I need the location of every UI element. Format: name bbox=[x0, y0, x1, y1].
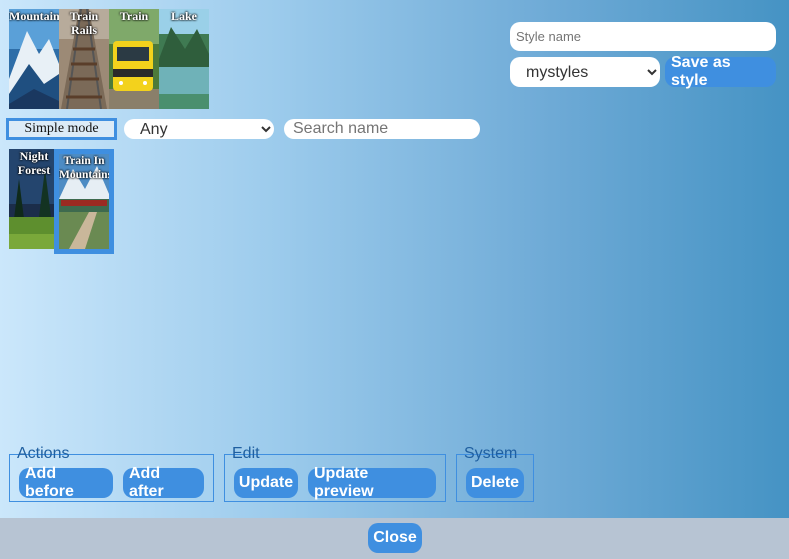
update-button[interactable]: Update bbox=[234, 468, 298, 498]
style-tile-train[interactable]: Train bbox=[109, 9, 159, 109]
style-tile-night-forest[interactable]: Night Forest bbox=[9, 149, 59, 249]
add-before-button[interactable]: Add before bbox=[19, 465, 113, 500]
close-button[interactable]: Close bbox=[368, 523, 422, 553]
system-legend: System bbox=[464, 445, 518, 462]
tile-caption: Lake bbox=[170, 9, 197, 23]
save-as-style-button[interactable]: Save as style bbox=[665, 54, 776, 89]
simple-mode-label: Simple mode bbox=[24, 121, 99, 136]
tile-caption: Train In Mountains bbox=[59, 155, 113, 181]
tile-caption: Night Forest bbox=[17, 149, 51, 177]
search-input[interactable] bbox=[284, 119, 480, 139]
style-tile-mountains[interactable]: Mountains bbox=[9, 9, 59, 109]
update-preview-button[interactable]: Update preview bbox=[308, 465, 436, 500]
style-name-input[interactable] bbox=[510, 22, 776, 51]
tile-caption: Mountains bbox=[9, 9, 59, 23]
filter-select[interactable]: Any bbox=[124, 119, 274, 139]
style-tile-lake[interactable]: Lake bbox=[159, 9, 209, 109]
style-tile-train-in-mountains[interactable]: Train In Mountains bbox=[54, 149, 114, 254]
add-after-button[interactable]: Add after bbox=[123, 465, 204, 500]
actions-legend: Actions bbox=[17, 445, 70, 462]
edit-legend: Edit bbox=[232, 445, 260, 462]
mountains-thumbnail bbox=[9, 9, 59, 109]
delete-button[interactable]: Delete bbox=[466, 468, 524, 498]
tile-caption: Train bbox=[119, 9, 149, 23]
tile-caption: Train Rails bbox=[69, 9, 99, 37]
style-category-select[interactable]: mystyles bbox=[510, 57, 660, 87]
lake-thumbnail bbox=[159, 9, 209, 109]
style-tile-train-rails[interactable]: Train Rails bbox=[59, 9, 109, 109]
train-thumbnail bbox=[109, 9, 159, 109]
simple-mode-button[interactable]: Simple mode bbox=[6, 118, 117, 140]
